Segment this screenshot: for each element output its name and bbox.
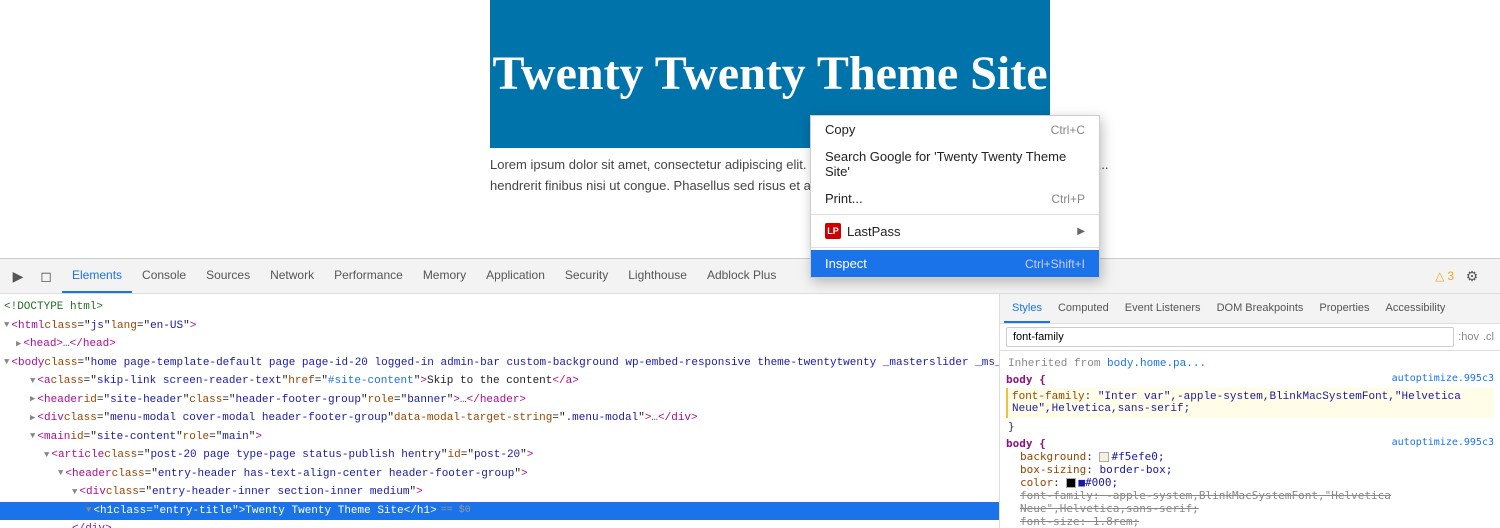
lastpass-icon: LP xyxy=(825,223,841,239)
warning-count: 3 xyxy=(1447,269,1454,283)
right-panel: Styles Computed Event Listeners DOM Brea… xyxy=(1000,294,1500,528)
context-menu: Copy Ctrl+C Search Google for 'Twenty Tw… xyxy=(810,115,1100,278)
context-menu-divider-2 xyxy=(811,247,1099,248)
tab-dom-breakpoints[interactable]: DOM Breakpoints xyxy=(1209,294,1312,323)
tab-elements[interactable]: Elements xyxy=(62,259,132,293)
tab-application[interactable]: Application xyxy=(476,259,555,293)
background-swatch xyxy=(1099,452,1109,462)
tab-computed[interactable]: Computed xyxy=(1050,294,1117,323)
tab-sources[interactable]: Sources xyxy=(196,259,260,293)
rule-source-1[interactable]: autoptimize.995c3 xyxy=(1392,373,1494,384)
warning-triangle-icon: △ xyxy=(1435,269,1444,283)
dom-line-skiplink: ▼ <a class="skip-link screen-reader-text… xyxy=(0,372,999,391)
context-menu-search-google[interactable]: Search Google for 'Twenty Twenty Theme S… xyxy=(811,143,1099,185)
filter-hov-label[interactable]: :hov xyxy=(1458,331,1479,343)
tab-performance[interactable]: Performance xyxy=(324,259,413,293)
color-swatch xyxy=(1066,478,1076,488)
tab-memory[interactable]: Memory xyxy=(413,259,476,293)
dom-line-h1[interactable]: ▼ <h1 class="entry-title" >Twenty Twenty… xyxy=(0,502,999,521)
inherited-from-label: Inherited from body.home.pa... xyxy=(1006,355,1494,373)
dom-line-doctype: <!DOCTYPE html> xyxy=(0,298,999,317)
dom-line-header: ▶ <header id="site-header" class="header… xyxy=(0,391,999,410)
dom-line-article: ▼ <article class="post-20 page type-page… xyxy=(0,446,999,465)
dom-panel[interactable]: <!DOCTYPE html> ▼ <html class="js" lang=… xyxy=(0,294,1000,528)
tab-lighthouse[interactable]: Lighthouse xyxy=(618,259,697,293)
styles-tabs: Styles Computed Event Listeners DOM Brea… xyxy=(1000,294,1500,324)
filter-cls-label[interactable]: .cl xyxy=(1483,331,1494,343)
tab-properties[interactable]: Properties xyxy=(1311,294,1377,323)
dom-line-html: ▼ <html class="js" lang="en-US" > xyxy=(0,317,999,336)
dom-line-body: ▼ <body class="home page-template-defaul… xyxy=(0,354,999,373)
dom-line-main: ▼ <main id="site-content" role="main" > xyxy=(0,428,999,447)
tab-accessibility[interactable]: Accessibility xyxy=(1378,294,1454,323)
context-menu-print[interactable]: Print... Ctrl+P xyxy=(811,185,1099,212)
tab-event-listeners[interactable]: Event Listeners xyxy=(1117,294,1209,323)
devtools-main: <!DOCTYPE html> ▼ <html class="js" lang=… xyxy=(0,294,1500,528)
site-title: Twenty Twenty Theme Site xyxy=(492,48,1047,101)
rule-source-2[interactable]: autoptimize.995c3 xyxy=(1392,437,1494,448)
context-menu-divider-1 xyxy=(811,214,1099,215)
rule-block-2: autoptimize.995c3 body { background: #f5… xyxy=(1006,437,1494,528)
warning-badge: △ 3 xyxy=(1435,269,1454,283)
styles-content: Inherited from body.home.pa... autoptimi… xyxy=(1000,351,1500,528)
rule-selector-1: body { xyxy=(1006,373,1046,386)
devtools-panel: ▶ ◻ Elements Console Sources Network Per… xyxy=(0,258,1500,528)
context-menu-lastpass[interactable]: LP LastPass ▶ xyxy=(811,217,1099,245)
tab-network[interactable]: Network xyxy=(260,259,324,293)
devtools-inspect-icon[interactable]: ◻ xyxy=(34,264,58,288)
dom-line-close-div: </div> xyxy=(0,520,999,528)
devtools-cursor-icon[interactable]: ▶ xyxy=(6,264,30,288)
tab-console[interactable]: Console xyxy=(132,259,196,293)
inherited-from-link[interactable]: body.home.pa... xyxy=(1107,358,1206,370)
dom-line-entry-header: ▼ <header class="entry-header has-text-a… xyxy=(0,465,999,484)
dom-line-menumodal: ▶ <div class="menu-modal cover-modal hea… xyxy=(0,409,999,428)
rule-selector-2: body { xyxy=(1006,437,1046,450)
settings-icon[interactable]: ⚙ xyxy=(1460,264,1484,288)
filter-input[interactable] xyxy=(1006,327,1454,347)
rule-block-1: autoptimize.995c3 body { font-family: "I… xyxy=(1006,373,1494,433)
tab-security[interactable]: Security xyxy=(555,259,618,293)
dom-line-head: ▶ <head>…</head> xyxy=(0,335,999,354)
website-area: Twenty Twenty Theme Site Lorem ipsum dol… xyxy=(0,0,1500,258)
tab-styles[interactable]: Styles xyxy=(1004,294,1050,323)
context-menu-inspect[interactable]: Inspect Ctrl+Shift+I xyxy=(811,250,1099,277)
context-menu-copy[interactable]: Copy Ctrl+C xyxy=(811,116,1099,143)
devtools-tabs: Elements Console Sources Network Perform… xyxy=(62,259,1435,293)
tab-adblock[interactable]: Adblock Plus xyxy=(697,259,786,293)
lastpass-arrow-icon: ▶ xyxy=(1077,226,1085,237)
devtools-right-icons: △ 3 ⚙ xyxy=(1435,264,1494,288)
devtools-topbar: ▶ ◻ Elements Console Sources Network Per… xyxy=(0,259,1500,294)
filter-bar: :hov .cl xyxy=(1000,324,1500,351)
highlighted-font-family: font-family: "Inter var",-apple-system,B… xyxy=(1006,388,1494,418)
dom-line-entry-inner: ▼ <div class="entry-header-inner section… xyxy=(0,483,999,502)
